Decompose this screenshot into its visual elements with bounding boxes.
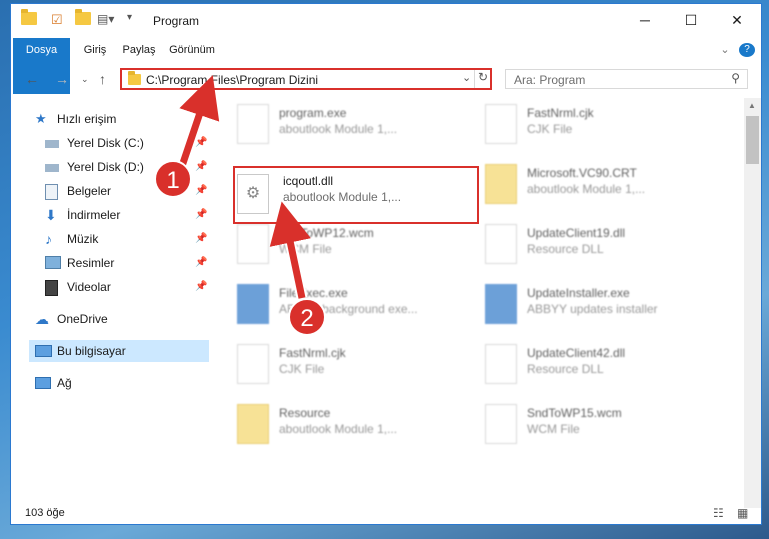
up-icon[interactable]: ↑ (99, 71, 106, 87)
tab-view[interactable]: Görünüm (165, 38, 219, 62)
drive-icon (45, 164, 59, 172)
highlighted-file-icqoutl[interactable]: ⚙ icqoutl.dll aboutlook Module 1,... (233, 166, 479, 224)
list-item[interactable]: FastNrml.cjk CJK File (233, 338, 473, 394)
navigation-pane: ★ Hızlı erişim Yerel Disk (C:) 📌 Yerel D… (11, 98, 209, 498)
scroll-thumb[interactable] (746, 116, 759, 164)
nav-onedrive[interactable]: ☁ OneDrive (35, 308, 207, 330)
list-item[interactable]: program.exe aboutlook Module 1,... (233, 98, 473, 154)
folder-icon (128, 71, 141, 85)
folder-icon (237, 404, 269, 444)
exe-file-icon (237, 104, 269, 144)
address-bar[interactable]: C:\Program Files\Program Dizini ⌄ ↻ (120, 68, 492, 90)
list-item[interactable]: FastNrml.cjk CJK File (481, 98, 721, 154)
dll-file-icon (485, 224, 517, 264)
pin-icon: 📌 (195, 137, 208, 148)
nav-network[interactable]: Ağ (35, 372, 207, 394)
scroll-up-icon[interactable]: ▲ (748, 101, 756, 110)
file-list: program.exe aboutlook Module 1,... FastN… (217, 98, 741, 498)
search-placeholder: Ara: Program (514, 73, 586, 87)
pin-icon: 📌 (195, 209, 208, 220)
list-item[interactable]: SndToWP15.wcm WCM File (481, 398, 721, 454)
recent-locations-icon[interactable]: ⌄ (81, 74, 89, 85)
nav-item-local-disk-c[interactable]: Yerel Disk (C:) 📌 (45, 132, 207, 154)
back-icon[interactable]: ← (25, 71, 39, 87)
video-icon (45, 280, 58, 296)
search-input[interactable]: Ara: Program ⚲ (505, 69, 748, 89)
star-icon: ★ (35, 111, 47, 126)
pin-icon: 📌 (195, 185, 208, 196)
item-count: 103 öğe (25, 507, 65, 519)
file-description: aboutlook Module 1,... (283, 190, 402, 204)
large-icons-view-icon[interactable]: ▦ (737, 506, 748, 520)
folder-icon (485, 164, 517, 204)
view-options-icon[interactable]: ▤▾ (97, 12, 114, 26)
nav-quick-access[interactable]: ★ Hızlı erişim (35, 108, 207, 130)
pin-icon: 📌 (195, 281, 208, 292)
new-folder-icon[interactable] (75, 9, 91, 25)
list-item[interactable]: FileExec.exe ABBYY background exe... (233, 278, 473, 334)
drive-icon (45, 140, 59, 148)
music-icon: ♪ (45, 231, 52, 247)
list-item[interactable]: UpdateInstaller.exe ABBYY updates instal… (481, 278, 721, 334)
application-icon (237, 284, 269, 324)
list-item[interactable]: SndToWP12.wcm WCM File (233, 218, 473, 274)
list-item[interactable]: Microsoft.VC90.CRT aboutlook Module 1,..… (481, 158, 721, 214)
file-icon (237, 344, 269, 384)
folder-icon (21, 9, 37, 25)
step-1-badge: 1 (154, 160, 192, 198)
file-name: icqoutl.dll (283, 174, 334, 188)
help-icon[interactable]: ? (739, 43, 755, 57)
nav-this-pc[interactable]: Bu bilgisayar (29, 340, 209, 362)
list-item[interactable]: UpdateClient42.dll Resource DLL (481, 338, 721, 394)
gear-file-icon: ⚙ (237, 174, 269, 214)
address-dropdown-icon[interactable]: ⌄ (462, 71, 471, 84)
refresh-icon[interactable]: ↻ (474, 70, 491, 88)
address-row: ← → ⌄ ↑ C:\Program Files\Program Dizini … (11, 62, 761, 96)
forward-icon[interactable]: → (55, 71, 69, 87)
window-title: Program (153, 14, 200, 28)
title-bar: ☑ ▤▾ ▾ Program ─ ☐ ✕ (11, 4, 761, 38)
tab-home[interactable]: Giriş (77, 38, 113, 62)
list-item[interactable]: Resource aboutlook Module 1,... (233, 398, 473, 454)
nav-item-videos[interactable]: Videolar 📌 (45, 276, 207, 298)
properties-icon[interactable]: ☑ (51, 12, 63, 28)
nav-item-music[interactable]: ♪ Müzik 📌 (45, 228, 207, 250)
minimize-button[interactable]: ─ (622, 4, 668, 36)
list-item[interactable]: UpdateClient19.dll Resource DLL (481, 218, 721, 274)
pictures-icon (45, 256, 61, 269)
customize-toolbar-icon[interactable]: ▾ (127, 12, 132, 23)
address-path: C:\Program Files\Program Dizini (146, 73, 319, 87)
details-view-icon[interactable]: ☷ (713, 506, 724, 520)
computer-icon (35, 345, 52, 357)
download-icon: ⬇ (45, 207, 57, 223)
file-icon (237, 224, 269, 264)
dll-file-icon (485, 344, 517, 384)
status-bar: 103 öğe ☷ ▦ (11, 504, 761, 524)
close-button[interactable]: ✕ (714, 4, 760, 36)
maximize-button[interactable]: ☐ (668, 4, 714, 36)
network-icon (35, 377, 51, 389)
vertical-scrollbar[interactable]: ▲ (744, 98, 761, 508)
ribbon: Dosya Giriş Paylaş Görünüm ⌄ ? (11, 38, 761, 94)
explorer-window: ☑ ▤▾ ▾ Program ─ ☐ ✕ Dosya Giriş Paylaş … (10, 3, 762, 525)
file-icon (485, 404, 517, 444)
pin-icon: 📌 (195, 161, 208, 172)
nav-item-downloads[interactable]: ⬇ İndirmeler 📌 (45, 204, 207, 226)
step-2-badge: 2 (288, 298, 326, 336)
pin-icon: 📌 (195, 233, 208, 244)
file-icon (485, 104, 517, 144)
documents-icon (45, 184, 58, 200)
cloud-icon: ☁ (35, 311, 49, 327)
tab-share[interactable]: Paylaş (119, 38, 159, 62)
pin-icon: 📌 (195, 257, 208, 268)
search-icon: ⚲ (731, 71, 740, 85)
application-icon (485, 284, 517, 324)
expand-ribbon-icon[interactable]: ⌄ (717, 38, 733, 62)
nav-item-pictures[interactable]: Resimler 📌 (45, 252, 207, 274)
